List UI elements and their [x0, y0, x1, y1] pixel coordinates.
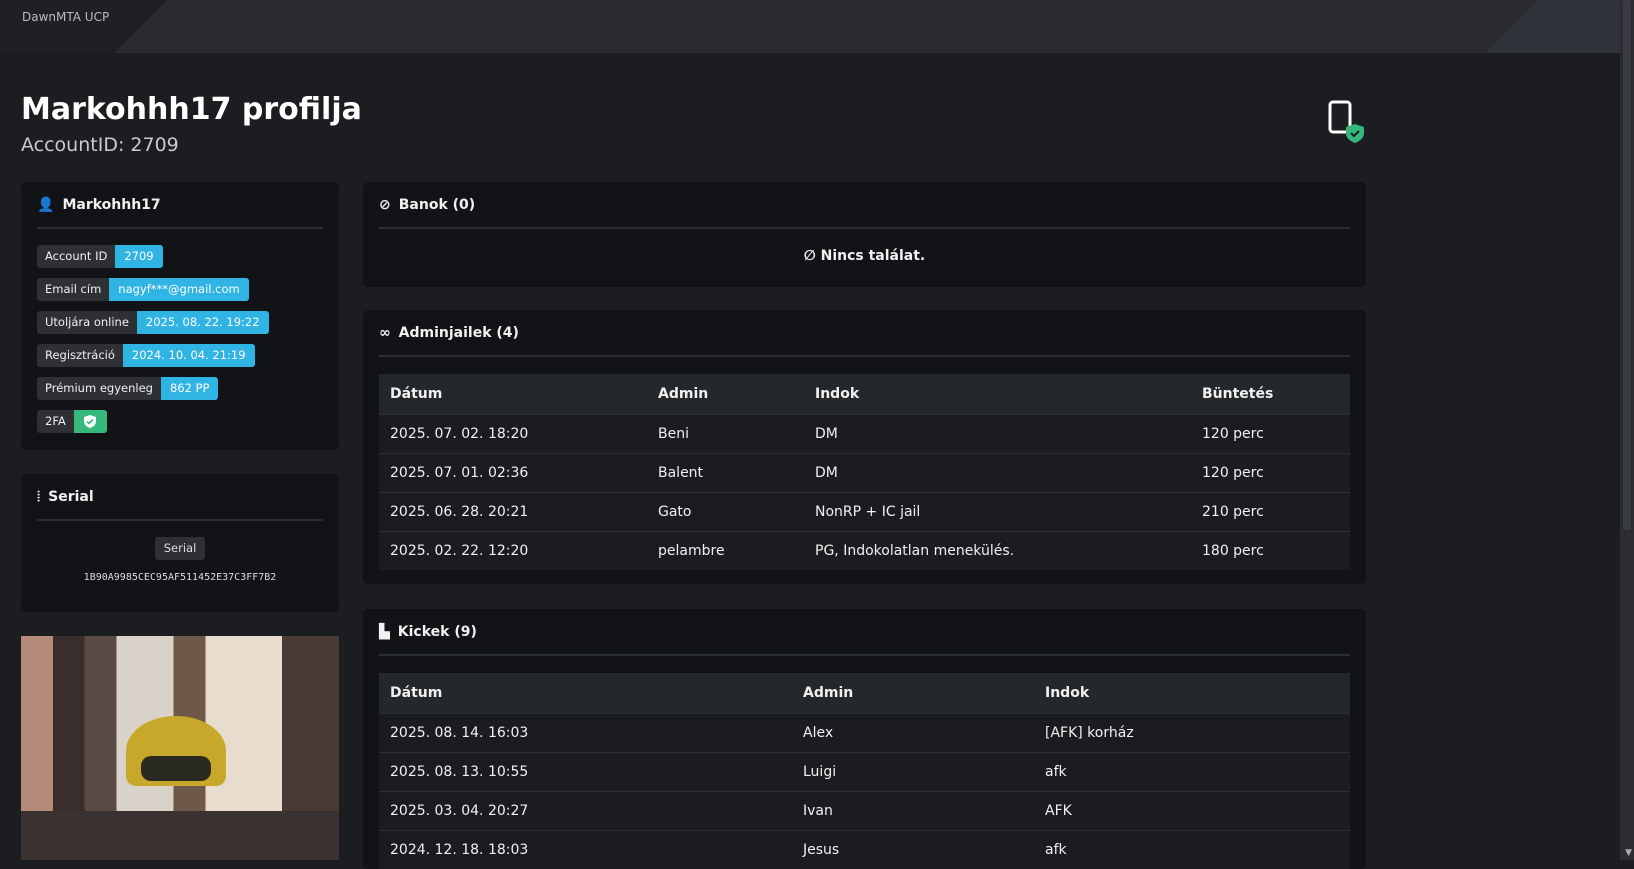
empty-set-icon: ∅: [803, 248, 821, 264]
table-cell: 210 perc: [1191, 491, 1350, 531]
table-cell: 180 perc: [1191, 530, 1350, 570]
serial-title: Serial: [48, 488, 94, 505]
table-cell: Ivan: [792, 790, 1034, 830]
info-badge: Regisztráció 2024. 10. 04. 21:19: [37, 344, 255, 367]
adminjails-table: Dátum Admin Indok Büntetés 2025. 07. 02. 18:…: [379, 374, 1350, 570]
table-cell: Gato: [647, 491, 804, 531]
shield-check-icon: [73, 410, 107, 433]
ban-icon: ⊘: [379, 196, 391, 213]
table-cell: 120 perc: [1191, 452, 1350, 492]
page-title: Markohhh17 profilja: [21, 92, 362, 127]
character-image: [21, 636, 339, 860]
badge-label: Utoljára online: [37, 311, 137, 334]
column-header[interactable]: Indok: [1034, 673, 1350, 713]
table-cell: AFK: [1034, 790, 1350, 830]
table-cell: DM: [804, 452, 1191, 492]
table-cell: 2025. 06. 28. 20:21: [379, 491, 647, 531]
badge-value: 2024. 10. 04. 21:19: [122, 344, 255, 367]
account-id-subtitle: AccountID: 2709: [21, 134, 179, 156]
table-cell: afk: [1034, 751, 1350, 791]
table-cell: PG, Indokolatlan menekülés.: [804, 530, 1191, 570]
bans-empty-text: Nincs találat.: [820, 248, 926, 264]
info-badge: Prémium egyenleg 862 PP: [37, 377, 219, 400]
table-cell: [AFK] korház: [1034, 712, 1350, 752]
serial-value: 1B90A9985CEC95AF511452E37C3FF7B2: [83, 572, 277, 583]
kicks-title: Kickek (9): [397, 623, 477, 640]
table-cell: pelambre: [647, 530, 804, 570]
table-cell: Alex: [792, 712, 1034, 752]
brand-link[interactable]: DawnMTA UCP: [22, 10, 109, 24]
info-badge: Email cím nagyf***@gmail.com: [37, 278, 249, 301]
table-cell: 2025. 07. 02. 18:20: [379, 413, 647, 453]
kicks-card: ▙ Kickek (9) Dátum Admin Indok 2025. 08. 14.…: [363, 609, 1366, 869]
table-cell: Luigi: [792, 751, 1034, 791]
adminjails-card: ∞ Adminjailek (4) Dátum Admin Indok Büntetés…: [363, 310, 1366, 584]
table-cell: 2025. 08. 14. 16:03: [379, 712, 792, 752]
table-row: 2025. 07. 01. 02:36 Balent DM 120 perc: [379, 452, 1350, 492]
table-cell: afk: [1034, 829, 1350, 869]
table-cell: NonRP + IC jail: [804, 491, 1191, 531]
scrollbar-thumb[interactable]: [1623, 0, 1631, 530]
table-row: 2024. 12. 18. 18:03 Jesus afk: [379, 829, 1350, 869]
column-header[interactable]: Büntetés: [1191, 374, 1350, 414]
badge-value: 2709: [115, 245, 163, 268]
badge-value: nagyf***@gmail.com: [109, 278, 249, 301]
column-header[interactable]: Admin: [792, 673, 1034, 713]
badge-value: 2025. 08. 22. 19:22: [136, 311, 269, 334]
user-info-card: 👤 Markohhh17 Account ID 2709 Email cím nagyf…: [21, 182, 339, 450]
bans-title: Banok (0): [398, 196, 476, 213]
table-cell: Balent: [647, 452, 804, 492]
column-header[interactable]: Dátum: [379, 673, 792, 713]
table-cell: 2025. 07. 01. 02:36: [379, 452, 647, 492]
badge-label: 2FA: [37, 410, 74, 433]
kicks-table: Dátum Admin Indok 2025. 08. 14. 16:03 Alex [A…: [379, 673, 1350, 869]
table-cell: Jesus: [792, 829, 1034, 869]
badge-label: Prémium egyenleg: [37, 377, 161, 400]
phone-2fa-verified-icon: [1328, 100, 1364, 143]
scrollbar[interactable]: ▼: [1620, 0, 1634, 860]
table-cell: 2025. 08. 13. 10:55: [379, 751, 792, 791]
column-header[interactable]: Admin: [647, 374, 804, 414]
table-cell: 2024. 12. 18. 18:03: [379, 829, 792, 869]
top-navbar: DawnMTA UCP: [0, 0, 1620, 53]
info-badge: 2FA: [37, 410, 107, 433]
column-header[interactable]: Dátum: [379, 374, 647, 414]
table-cell: DM: [804, 413, 1191, 453]
username: Markohhh17: [62, 196, 161, 213]
serial-card: ⦙ Serial Serial 1B90A9985CEC95AF511452E37…: [21, 474, 339, 612]
boot-icon: ▙: [379, 623, 390, 640]
badge-value: 862 PP: [160, 377, 219, 400]
table-row: 2025. 02. 22. 12:20 pelambre PG, Indokolat…: [379, 530, 1350, 570]
table-cell: 2025. 03. 04. 20:27: [379, 790, 792, 830]
table-cell: 120 perc: [1191, 413, 1350, 453]
adminjails-title: Adminjailek (4): [398, 324, 519, 341]
table-row: 2025. 03. 04. 20:27 Ivan AFK: [379, 790, 1350, 830]
bans-card: ⊘ Banok (0) ∅ Nincs találat.: [363, 182, 1366, 287]
handcuffs-icon: ∞: [379, 324, 391, 341]
user-icon: 👤: [37, 196, 55, 213]
table-row: 2025. 06. 28. 20:21 Gato NonRP + IC jail 21…: [379, 491, 1350, 531]
table-row: 2025. 08. 14. 16:03 Alex [AFK] korház: [379, 712, 1350, 752]
column-header[interactable]: Indok: [804, 374, 1191, 414]
serial-badge: Serial: [155, 537, 205, 560]
badge-label: Account ID: [37, 245, 116, 268]
badge-label: Regisztráció: [37, 344, 123, 367]
info-badge: Utoljára online 2025. 08. 22. 19:22: [37, 311, 269, 334]
table-cell: Beni: [647, 413, 804, 453]
table-row: 2025. 07. 02. 18:20 Beni DM 120 perc: [379, 413, 1350, 453]
table-row: 2025. 08. 13. 10:55 Luigi afk: [379, 751, 1350, 791]
info-badge: Account ID 2709: [37, 245, 163, 268]
barcode-icon: ⦙: [37, 488, 41, 505]
scroll-down-icon[interactable]: ▼: [1625, 848, 1632, 858]
badge-label: Email cím: [37, 278, 110, 301]
table-cell: 2025. 02. 22. 12:20: [379, 530, 647, 570]
